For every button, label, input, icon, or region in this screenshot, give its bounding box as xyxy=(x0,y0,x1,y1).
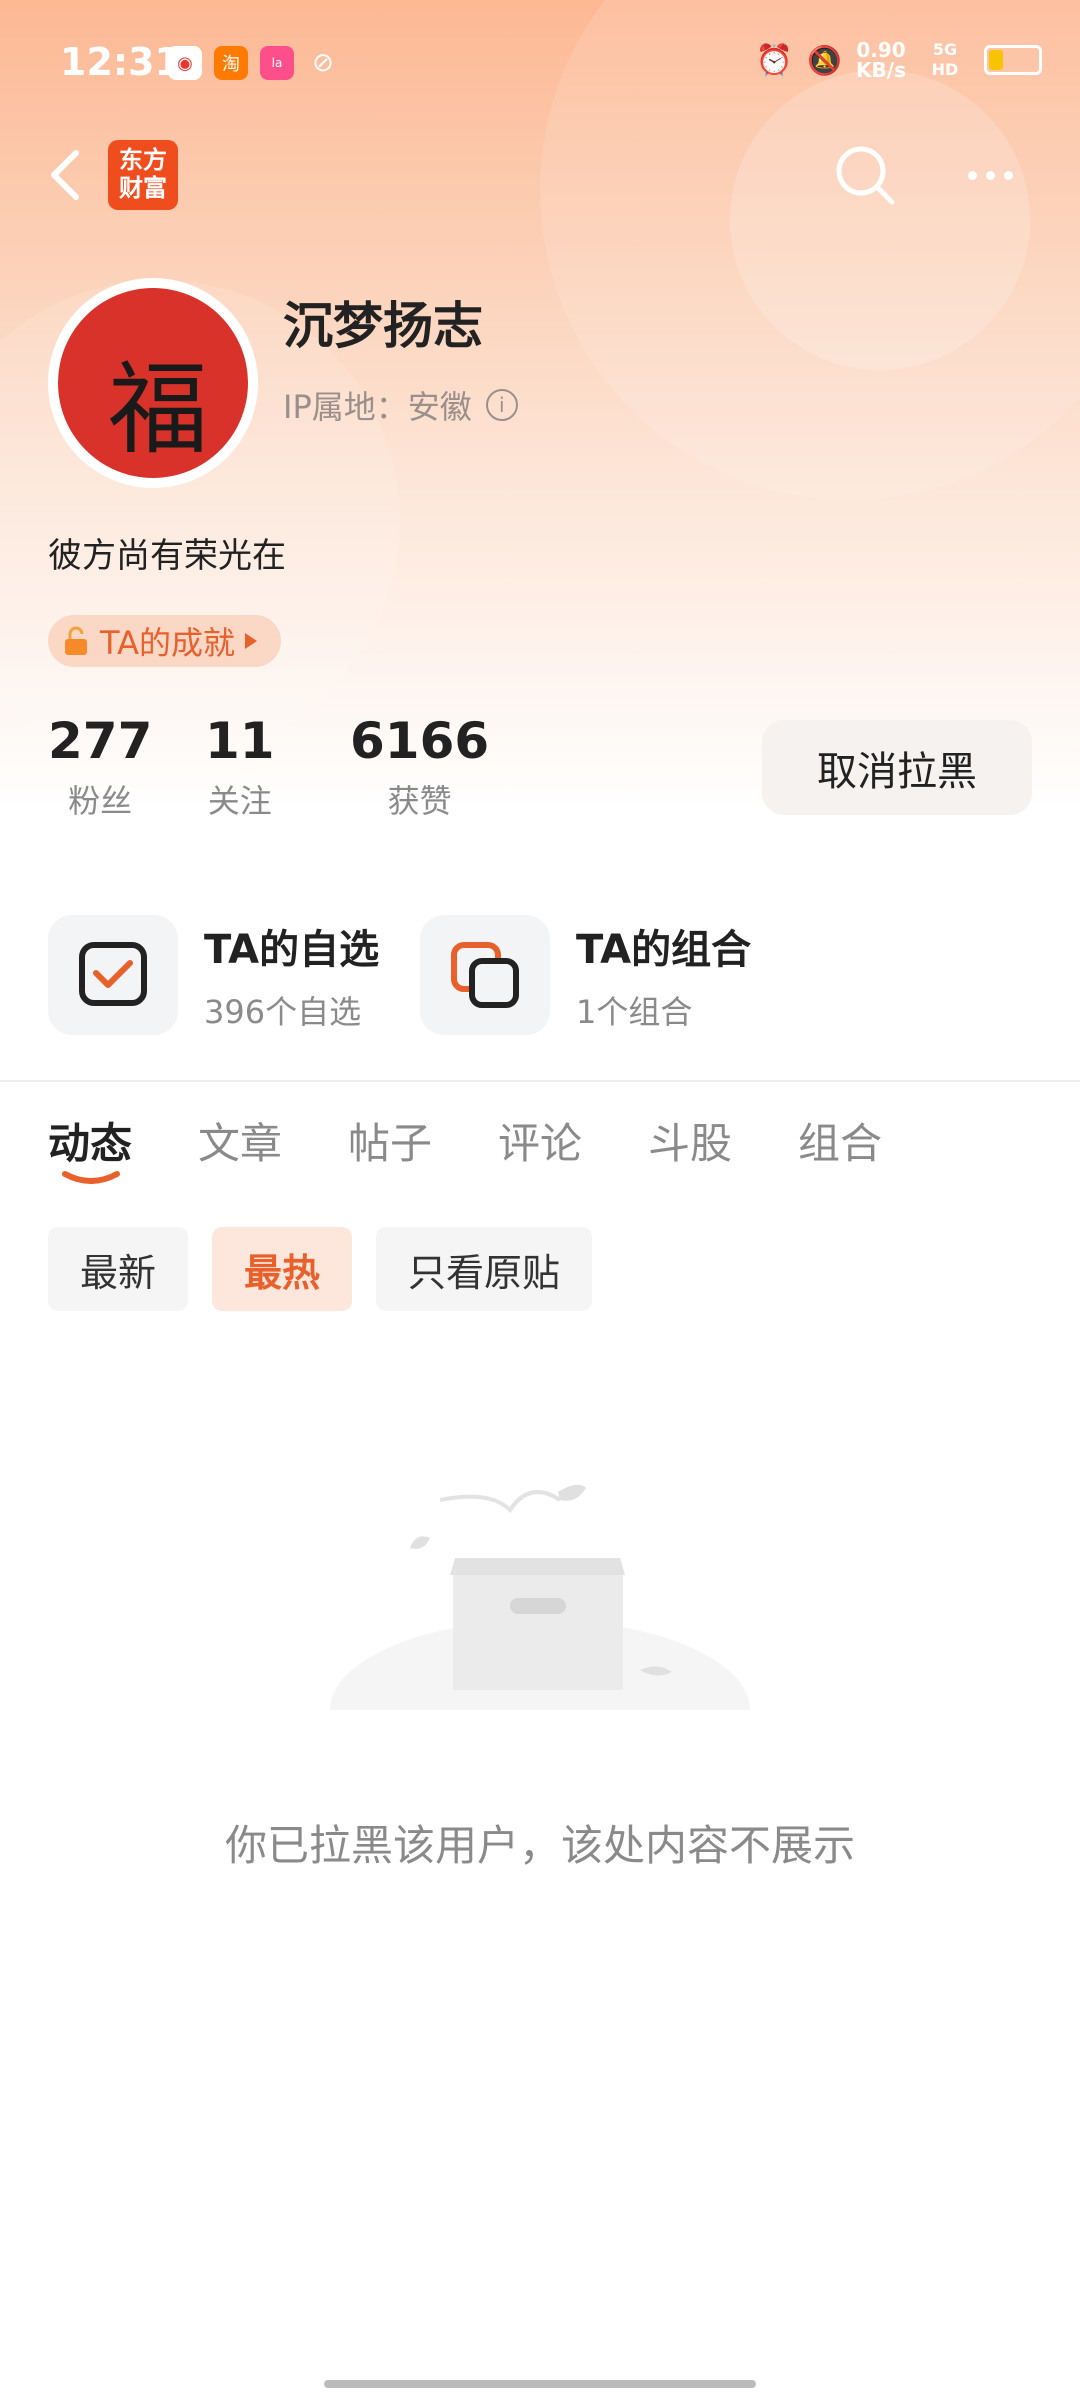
user-bio: 彼方尚有荣光在 xyxy=(48,536,286,576)
eastmoney-logo[interactable]: 东方 财富 xyxy=(108,140,178,210)
achievement-badge[interactable]: TA的成就 xyxy=(48,615,281,667)
watchlist-shortcut[interactable]: TA的自选 396个自选 xyxy=(48,915,379,1035)
stat-likes[interactable]: 6166 获赞 xyxy=(350,712,489,822)
avatar[interactable]: 福 xyxy=(48,278,258,488)
sync-icon: ⊘ xyxy=(312,48,334,78)
empty-box-illustration xyxy=(320,1484,760,1730)
active-tab-indicator xyxy=(62,1171,120,1184)
notification-icons: ◉ 淘 la ⊘ xyxy=(168,46,340,80)
info-icon[interactable]: i xyxy=(485,389,518,421)
lock-icon xyxy=(65,626,87,655)
shortcut-title: TA的自选 xyxy=(204,927,380,973)
home-indicator[interactable] xyxy=(324,2380,756,2388)
signal-indicator: 5G HD xyxy=(931,40,959,79)
network-speed: 0.90 KB/s xyxy=(856,38,906,82)
ip-location: IP属地：安徽 i xyxy=(283,382,518,428)
status-bar: 12:31 ◉ 淘 la ⊘ ⏰ 🔕 0.90 KB/s 5G HD xyxy=(0,0,1080,130)
battery-icon xyxy=(984,45,1042,75)
ip-location-label: IP属地：安徽 xyxy=(283,388,472,426)
tab-articles[interactable]: 文章 xyxy=(198,1110,348,1171)
tab-portfolio[interactable]: 组合 xyxy=(798,1110,948,1171)
achievement-label: TA的成就 xyxy=(100,624,235,662)
search-button[interactable] xyxy=(830,140,900,210)
lala-icon: la xyxy=(260,46,294,80)
taobao-icon: 淘 xyxy=(214,46,248,80)
blocked-message: 你已拉黑该用户，该处内容不展示 xyxy=(224,1821,855,1870)
more-dot xyxy=(1004,170,1013,180)
unblock-button[interactable]: 取消拉黑 xyxy=(762,720,1032,815)
mute-icon: 🔕 xyxy=(807,43,843,77)
shortcut-subtitle: 396个自选 xyxy=(204,993,362,1031)
shortcut-subtitle: 1个组合 xyxy=(576,993,693,1031)
tab-activity[interactable]: 动态 xyxy=(48,1110,198,1171)
more-dot xyxy=(968,170,977,180)
username: 沉梦扬志 xyxy=(283,297,483,355)
play-arrow-icon xyxy=(244,633,257,649)
overlap-squares-icon xyxy=(420,915,550,1035)
content-tabs: 动态 文章 帖子 评论 斗股 组合 xyxy=(48,1110,948,1171)
shortcut-title: TA的组合 xyxy=(576,927,752,973)
stat-following[interactable]: 11 关注 xyxy=(205,712,275,822)
tab-stock-battle[interactable]: 斗股 xyxy=(648,1110,798,1171)
avatar-image: 福 xyxy=(58,288,248,478)
system-status: ⏰ 🔕 0.90 KB/s 5G HD xyxy=(756,40,1042,80)
filter-latest[interactable]: 最新 xyxy=(48,1227,189,1311)
avatar-glyph: 福 xyxy=(108,351,208,468)
filter-original-only[interactable]: 只看原贴 xyxy=(376,1227,593,1311)
checkbox-icon xyxy=(48,915,178,1035)
clock: 12:31 xyxy=(60,40,181,84)
filter-chips: 最新 最热 只看原贴 xyxy=(48,1227,593,1311)
alarm-icon: ⏰ xyxy=(755,42,794,78)
more-options-button[interactable] xyxy=(968,160,1028,190)
chevron-left-icon xyxy=(51,150,79,200)
more-dot xyxy=(986,170,995,180)
back-button[interactable] xyxy=(46,145,86,205)
tab-posts[interactable]: 帖子 xyxy=(348,1110,498,1171)
search-icon xyxy=(836,146,895,205)
tab-comments[interactable]: 评论 xyxy=(498,1110,648,1171)
section-divider xyxy=(0,1080,1080,1082)
portfolio-shortcut[interactable]: TA的组合 1个组合 xyxy=(420,915,751,1035)
filter-hottest[interactable]: 最热 xyxy=(212,1227,353,1311)
app-notification-icon: ◉ xyxy=(168,46,202,80)
stat-followers[interactable]: 277 粉丝 xyxy=(48,712,152,822)
